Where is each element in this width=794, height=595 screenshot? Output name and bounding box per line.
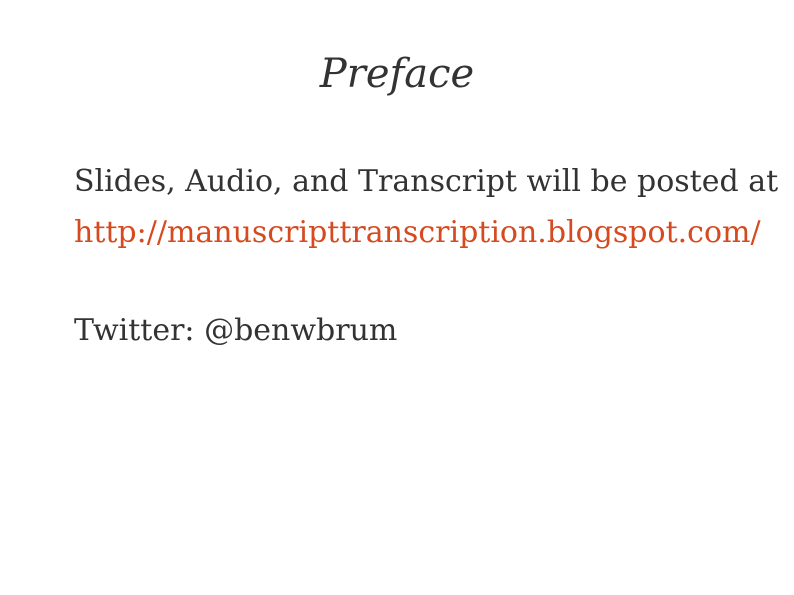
intro-text: Slides, Audio, and Transcript will be po…	[74, 164, 779, 199]
twitter-handle-text: Twitter: @benwbrum	[74, 313, 398, 348]
slide: Preface Slides, Audio, and Transcript wi…	[0, 0, 794, 595]
slide-body: Slides, Audio, and Transcript will be po…	[74, 156, 779, 258]
blog-link[interactable]: http://manuscripttranscription.blogspot.…	[74, 207, 774, 258]
slide-title: Preface	[319, 51, 475, 97]
